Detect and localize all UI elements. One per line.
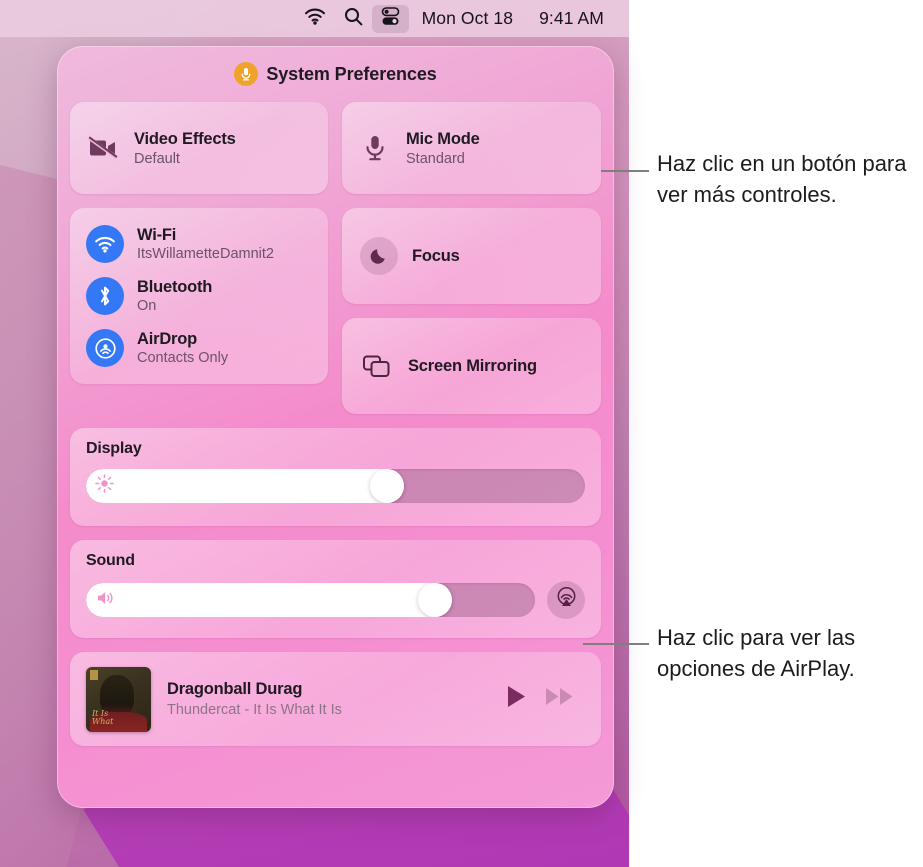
sound-slider-knob[interactable] (418, 583, 452, 617)
sound-volume-slider[interactable] (86, 583, 535, 617)
menubar-clock[interactable]: 9:41 AM (526, 5, 617, 33)
menubar-spotlight-button[interactable] (335, 5, 372, 33)
now-playing-tile: It Is What Dragonball Durag Thundercat - … (70, 652, 601, 746)
bluetooth-subtitle: On (137, 298, 157, 314)
mic-mode-button[interactable]: Mic Mode Standard (342, 102, 601, 194)
screen-mirroring-icon (360, 354, 394, 379)
menu-bar: Mon Oct 18 9:41 AM (0, 0, 629, 37)
display-brightness-slider[interactable] (86, 469, 585, 503)
display-tile: Display (70, 428, 601, 526)
sidebar-item-airdrop[interactable]: AirDrop Contacts Only (70, 322, 328, 374)
play-icon[interactable] (505, 684, 527, 714)
now-playing-labels: Dragonball Durag Thundercat - It Is What… (167, 680, 489, 718)
airplay-audio-icon (555, 586, 578, 614)
search-icon (344, 7, 363, 31)
display-slider-knob[interactable] (369, 469, 404, 503)
sound-label: Sound (86, 552, 135, 569)
screen-mirroring-title: Screen Mirroring (408, 356, 537, 375)
brightness-icon (95, 474, 114, 498)
sidebar-item-wifi[interactable]: Wi-Fi ItsWillametteDamnit2 (70, 218, 328, 270)
now-playing-controls (505, 684, 585, 714)
bluetooth-title: Bluetooth (137, 278, 213, 296)
bluetooth-labels: Bluetooth On (137, 278, 212, 314)
fast-forward-icon[interactable] (545, 686, 575, 712)
sound-slider-fill (86, 583, 452, 617)
focus-title: Focus (412, 246, 460, 265)
video-effects-subtitle: Default (134, 150, 180, 167)
control-center-header: System Preferences (70, 46, 601, 102)
top-tiles-row: Video Effects Default Mic Mode Standard (70, 102, 601, 194)
sidebar-item-bluetooth[interactable]: Bluetooth On (70, 270, 328, 322)
wifi-icon (304, 8, 326, 30)
airdrop-icon (86, 329, 124, 367)
video-effects-button[interactable]: Video Effects Default (70, 102, 328, 194)
moon-icon (360, 237, 398, 275)
bluetooth-icon (86, 277, 124, 315)
album-artwork-mark (90, 669, 98, 680)
airplay-audio-button[interactable] (547, 581, 585, 619)
menubar-control-center-button[interactable] (371, 4, 409, 33)
focus-button[interactable]: Focus (342, 208, 601, 304)
callout-text-1: Haz clic en un botón para ver más contro… (657, 151, 907, 207)
sound-tile: Sound (70, 540, 601, 638)
network-tile: Wi-Fi ItsWillametteDamnit2 Bluetooth On (70, 208, 328, 384)
callout-leader-line-2 (583, 643, 649, 645)
menubar-time-label: 9:41 AM (539, 8, 604, 28)
now-playing-track: Dragonball Durag (167, 680, 303, 698)
callout-leader-line-1 (601, 170, 649, 172)
wifi-icon (86, 225, 124, 263)
mic-mode-title: Mic Mode (406, 129, 480, 148)
airdrop-labels: AirDrop Contacts Only (137, 330, 228, 366)
speaker-icon (95, 589, 117, 612)
microphone-icon (234, 62, 259, 86)
airdrop-title: AirDrop (137, 330, 198, 348)
callout-text-2: Haz clic para ver las opciones de AirPla… (657, 625, 856, 681)
menubar-wifi-button[interactable] (295, 5, 335, 33)
display-slider-row (86, 469, 585, 503)
album-artwork-script: It Is What (92, 708, 114, 727)
page-title: System Preferences (266, 63, 437, 84)
album-artwork: It Is What (86, 666, 151, 732)
sound-slider-row (86, 581, 585, 619)
display-slider-fill (86, 469, 404, 503)
video-effects-title: Video Effects (134, 129, 236, 148)
airdrop-subtitle: Contacts Only (137, 350, 229, 366)
network-and-focus-row: Wi-Fi ItsWillametteDamnit2 Bluetooth On (70, 208, 601, 414)
menubar-date-label: Mon Oct 18 (421, 8, 514, 28)
control-center-icon (380, 6, 401, 32)
video-effects-labels: Video Effects Default (134, 130, 236, 167)
wifi-subtitle: ItsWillametteDamnit2 (137, 246, 274, 262)
now-playing-artist-album: Thundercat - It Is What It Is (167, 702, 342, 718)
wifi-labels: Wi-Fi ItsWillametteDamnit2 (137, 226, 274, 262)
screen-mirroring-button[interactable]: Screen Mirroring (342, 318, 601, 414)
mic-mode-labels: Mic Mode Standard (406, 130, 480, 167)
wifi-title: Wi-Fi (137, 226, 177, 244)
display-label: Display (86, 440, 142, 457)
video-camera-slash-icon (86, 136, 120, 160)
control-center-panel: System Preferences Video Effects Default (57, 46, 614, 808)
mic-mode-subtitle: Standard (406, 150, 465, 167)
microphone-icon (358, 134, 392, 162)
menubar-date[interactable]: Mon Oct 18 (409, 5, 526, 33)
